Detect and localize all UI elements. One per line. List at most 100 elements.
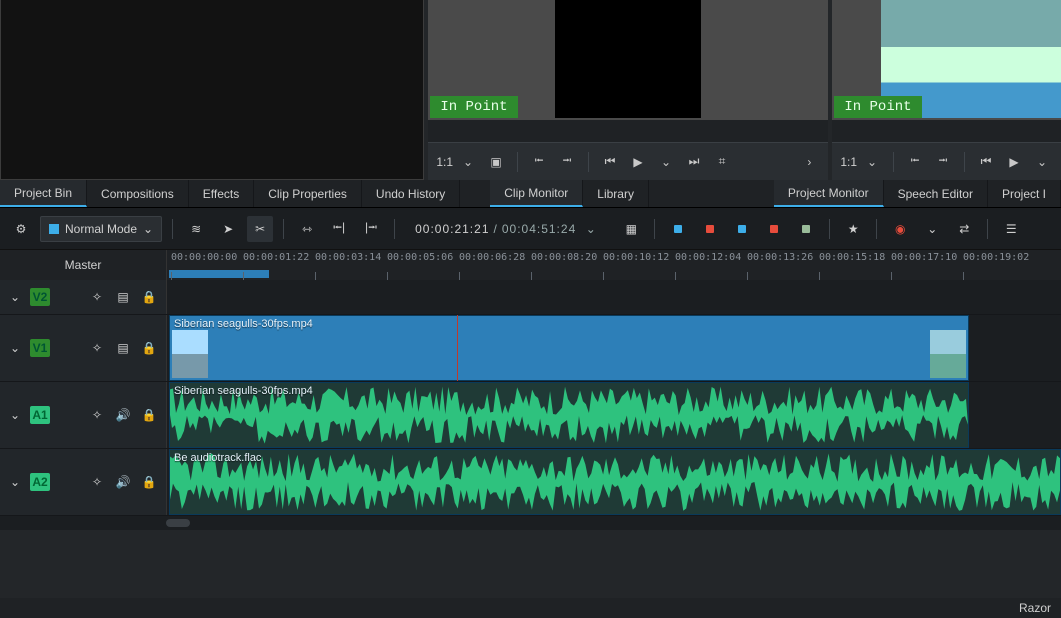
status-bar: Razor: [0, 598, 1061, 618]
set-out-icon[interactable]: ⭲: [932, 151, 954, 173]
track-lane[interactable]: Siberian seagulls-30fps.mp4: [166, 315, 1061, 381]
in-point-badge: In Point: [430, 96, 517, 118]
set-out-icon[interactable]: ⭲: [556, 151, 578, 173]
pointer-tool-icon[interactable]: ➤: [215, 216, 241, 242]
visibility-icon[interactable]: ▤: [114, 339, 132, 357]
track-badge[interactable]: V2: [30, 288, 50, 306]
tab-clip-properties[interactable]: Clip Properties: [254, 180, 362, 207]
visibility-icon[interactable]: ▤: [114, 288, 132, 306]
marker-icon[interactable]: [761, 216, 787, 242]
effects-icon[interactable]: ✧: [88, 473, 106, 491]
effects-icon[interactable]: ✧: [88, 339, 106, 357]
track-badge[interactable]: V1: [30, 339, 50, 357]
record-icon[interactable]: ◉: [887, 216, 913, 242]
play-icon[interactable]: ▶: [1003, 151, 1025, 173]
zone-in-icon[interactable]: ⭰|: [326, 216, 352, 242]
zoom-ratio[interactable]: 1:1⌄: [436, 151, 479, 173]
audio-clip[interactable]: Siberian seagulls-30fps.mp4: [169, 382, 969, 448]
forward-icon[interactable]: ⏭: [683, 151, 705, 173]
tab-speech-editor[interactable]: Speech Editor: [884, 180, 988, 207]
effects-icon[interactable]: ✧: [88, 406, 106, 424]
list-icon[interactable]: ☰: [998, 216, 1024, 242]
zone-indicator[interactable]: [169, 270, 269, 278]
project-monitor-panel: In Point 1:1⌄ ⭰ ⭲ ⏮ ▶ ⌄: [832, 0, 1061, 180]
zone-out-icon[interactable]: |⭲: [358, 216, 384, 242]
timeline-scrollbar[interactable]: [0, 516, 1061, 530]
track-badge[interactable]: A2: [30, 473, 50, 491]
track-compositing-icon[interactable]: ≋: [183, 216, 209, 242]
clip-thumbnail: [930, 330, 966, 378]
chevron-down-icon[interactable]: ⌄: [457, 151, 479, 173]
ruler-label: 00:00:15:18: [819, 252, 885, 263]
tab-library[interactable]: Library: [583, 180, 649, 207]
ruler-label: 00:00:08:20: [531, 252, 597, 263]
mute-icon[interactable]: 🔊: [114, 406, 132, 424]
collapse-chevron-icon[interactable]: ⌄: [8, 290, 22, 304]
grid-icon[interactable]: ▦: [618, 216, 644, 242]
video-clip[interactable]: Siberian seagulls-30fps.mp4: [169, 315, 969, 381]
track-a2: ⌄ A2 ✧ 🔊 🔒 Be audiotrack.flac: [0, 449, 1061, 516]
tab-effects[interactable]: Effects: [189, 180, 254, 207]
rewind-icon[interactable]: ⏮: [599, 151, 621, 173]
collapse-chevron-icon[interactable]: ⌄: [8, 475, 22, 489]
mode-label: Normal Mode: [65, 222, 137, 236]
marker-icon[interactable]: [729, 216, 755, 242]
favorite-icon[interactable]: ★: [840, 216, 866, 242]
master-label: Master: [0, 250, 166, 280]
lock-icon[interactable]: 🔒: [140, 339, 158, 357]
track-lane[interactable]: Be audiotrack.flac: [166, 449, 1061, 515]
mute-icon[interactable]: 🔊: [114, 473, 132, 491]
collapse-chevron-icon[interactable]: ⌄: [8, 341, 22, 355]
marker-icon[interactable]: [793, 216, 819, 242]
crop-icon[interactable]: ⌗: [711, 151, 733, 173]
clip-monitor-video[interactable]: [555, 0, 701, 118]
zoom-ratio[interactable]: 1:1⌄: [840, 151, 883, 173]
tab-project-i[interactable]: Project I: [988, 180, 1061, 207]
rewind-icon[interactable]: ⏮: [975, 151, 997, 173]
chevron-down-icon[interactable]: ⌄: [861, 151, 883, 173]
track-lane[interactable]: Siberian seagulls-30fps.mp4: [166, 382, 1061, 448]
lock-icon[interactable]: 🔒: [140, 288, 158, 306]
set-in-icon[interactable]: ⭰: [904, 151, 926, 173]
marker-icon[interactable]: [697, 216, 723, 242]
chevron-down-icon[interactable]: ⌄: [919, 216, 945, 242]
ruler-label: 00:00:06:28: [459, 252, 525, 263]
track-v2: ⌄ V2 ✧ ▤ 🔒: [0, 280, 1061, 315]
audio-clip[interactable]: Be audiotrack.flac: [169, 449, 1061, 515]
track-lane[interactable]: [166, 280, 1061, 314]
tab-clip-monitor[interactable]: Clip Monitor: [490, 180, 583, 207]
full-preview-icon[interactable]: ▣: [485, 151, 507, 173]
ruler-label: 00:00:03:14: [315, 252, 381, 263]
ruler-label: 00:00:19:02: [963, 252, 1029, 263]
clip-thumbnail: [172, 330, 208, 378]
timeline-ruler[interactable]: 00:00:00:0000:00:01:2200:00:03:1400:00:0…: [166, 250, 1061, 280]
lock-icon[interactable]: 🔒: [140, 473, 158, 491]
chevron-down-icon[interactable]: ⌄: [580, 218, 602, 240]
project-monitor-ruler[interactable]: [832, 120, 1061, 142]
marker-icon[interactable]: [665, 216, 691, 242]
set-in-icon[interactable]: ⭰: [528, 151, 550, 173]
chevron-right-icon[interactable]: ›: [798, 151, 820, 173]
razor-tool-icon[interactable]: ✂: [247, 216, 273, 242]
track-badge[interactable]: A1: [30, 406, 50, 424]
clip-monitor-ruler[interactable]: [428, 120, 828, 142]
play-icon[interactable]: ▶: [627, 151, 649, 173]
tab-undo-history[interactable]: Undo History: [362, 180, 460, 207]
lock-icon[interactable]: 🔒: [140, 406, 158, 424]
tab-project-bin[interactable]: Project Bin: [0, 180, 87, 207]
chevron-down-icon[interactable]: ⌄: [655, 151, 677, 173]
spacer-tool-icon[interactable]: ⇿: [294, 216, 320, 242]
mode-color-icon: [49, 224, 59, 234]
effects-icon[interactable]: ✧: [88, 288, 106, 306]
project-bin-panel: [0, 0, 424, 180]
tab-project-monitor[interactable]: Project Monitor: [774, 180, 884, 207]
shuffle-icon[interactable]: ⇄: [951, 216, 977, 242]
ruler-label: 00:00:10:12: [603, 252, 669, 263]
tab-compositions[interactable]: Compositions: [87, 180, 189, 207]
edit-mode-dropdown[interactable]: Normal Mode ⌄: [40, 216, 162, 242]
settings-icon[interactable]: ⚙: [8, 216, 34, 242]
timeline-toolbar: ⚙ Normal Mode ⌄ ≋ ➤ ✂ ⇿ ⭰| |⭲ 00:00:21:2…: [0, 208, 1061, 250]
chevron-down-icon[interactable]: ⌄: [1031, 151, 1053, 173]
timecode-display[interactable]: 00:00:21:21 / 00:04:51:24 ⌄: [415, 218, 602, 240]
collapse-chevron-icon[interactable]: ⌄: [8, 408, 22, 422]
